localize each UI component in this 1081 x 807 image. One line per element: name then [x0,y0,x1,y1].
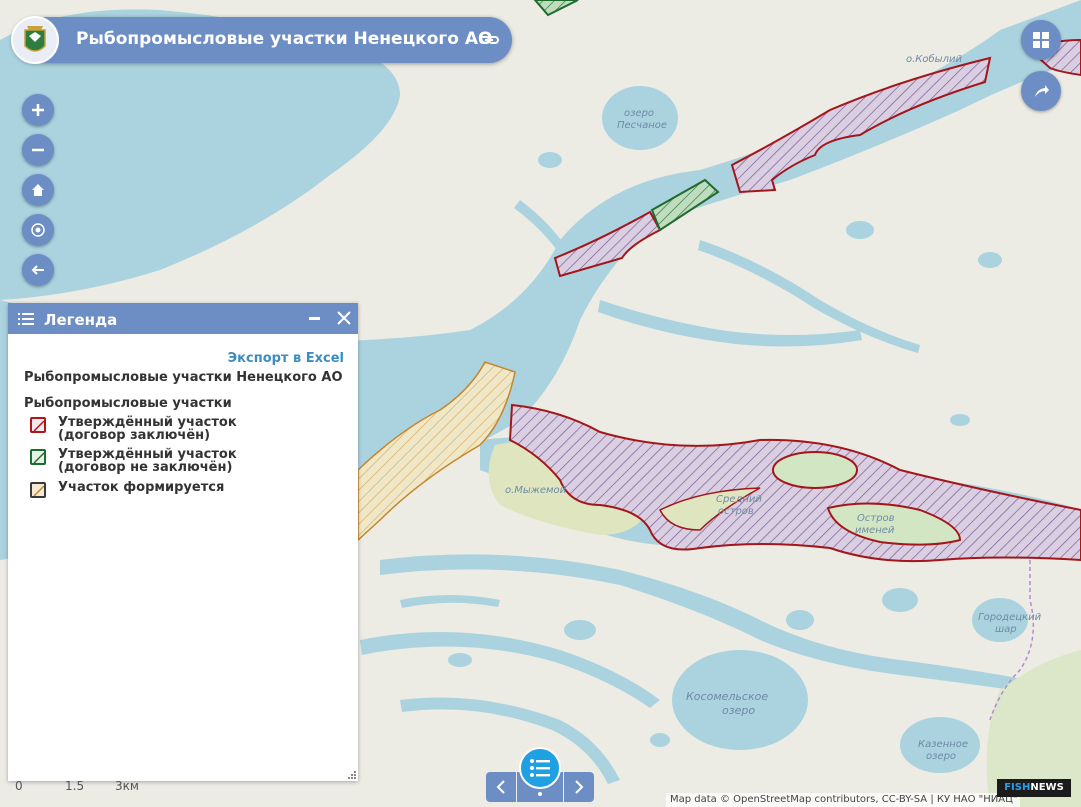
label-sredniy2: остров [718,506,754,517]
zoom-in-button[interactable] [22,94,54,126]
target-icon [31,223,45,237]
label-ozero: озеро [624,108,654,119]
previous-button[interactable] [486,772,516,802]
grid-icon [1033,32,1049,48]
watermark-part1: FISH [1004,782,1031,793]
zoom-out-button[interactable] [22,134,54,166]
resize-grip-icon[interactable] [348,771,356,779]
label-peschanoe: Песчаное [617,120,667,131]
legend-layer-title: Рыбопромысловые участки Ненецкого АО [24,370,343,385]
label-kobyliy: о.Кобылий [906,53,962,65]
scale-tick-0: 0 [15,779,23,793]
next-button[interactable] [564,772,594,802]
chevron-left-icon [496,780,505,794]
legend-item-label: Участок формируется [58,480,225,495]
label-ostrov2: именей [855,525,895,536]
plus-icon [32,104,44,116]
legend-item-label: Утверждённый участок (договор не заключё… [58,447,237,475]
home-icon [32,184,44,196]
map-attribution: Map data © OpenStreetMap contributors, C… [666,793,1020,807]
back-button[interactable] [22,254,54,286]
legend-header: Легенда [8,303,358,334]
label-kosomelskoe2: озеро [722,704,755,717]
list-icon [530,759,550,777]
fishnews-watermark: FISHNEWS [997,779,1071,797]
green-hatch-swatch-icon [30,449,46,465]
legend-item-contracted: Утверждённый участок (договор заключён) [30,416,308,442]
label-sredniy1: Средний [716,494,762,505]
arrow-left-icon [31,265,44,275]
label-kazennoe1: Казенное [918,739,968,750]
share-button[interactable] [1021,71,1061,111]
app-header: Рыбопромысловые участки Ненецкого АО [11,16,512,64]
orange-hatch-swatch-icon [30,482,46,498]
close-icon[interactable] [336,310,352,326]
legend-panel: Легенда Экспорт в Excel Рыбопромысловые … [8,303,358,781]
scale-tick-1: 1.5 [65,779,85,793]
label-myzhemoy: о.Мыжемой [505,485,567,496]
red-hatch-swatch-icon [30,417,46,433]
legend-item-forming: Участок формируется [30,481,308,498]
export-excel-link[interactable]: Экспорт в Excel [228,351,344,366]
label-gorodetskiy2: шар [995,624,1017,635]
watermark-part2: NEWS [1030,782,1064,793]
home-button[interactable] [22,174,54,206]
minus-icon [32,148,44,152]
list-icon [18,313,34,325]
app-title: Рыбопромысловые участки Ненецкого АО [76,29,493,49]
label-gorodetskiy1: Городецкий [978,612,1042,623]
share-icon [1035,85,1049,97]
chevron-right-icon [575,780,584,794]
legend-group-title: Рыбопромысловые участки [24,396,232,411]
page-indicator-dot [538,792,542,796]
legend-title: Легенда [44,311,118,329]
region-emblem-logo [11,16,59,64]
legend-toggle-button[interactable] [519,747,561,789]
label-ostrov1: Остров [857,513,895,524]
label-kosomelskoe1: Косомельское [686,690,768,703]
link-icon[interactable] [478,30,500,50]
basemap-gallery-button[interactable] [1021,20,1061,60]
scale-tick-2: 3км [115,779,139,793]
legend-item-not-contracted: Утверждённый участок (договор не заключё… [30,448,308,474]
legend-item-label: Утверждённый участок (договор заключён) [58,415,237,443]
locate-button[interactable] [22,214,54,246]
minimize-icon[interactable] [309,317,320,320]
label-kazennoe2: озеро [926,751,956,762]
